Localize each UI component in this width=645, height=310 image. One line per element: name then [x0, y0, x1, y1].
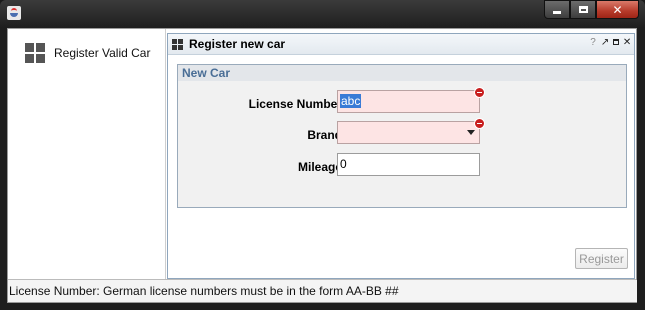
frame-title-bar[interactable]: Register new car ? ↗ ✕ [168, 34, 634, 55]
status-bar: License Number: German license numbers m… [8, 280, 637, 302]
grid-icon [25, 43, 45, 63]
frame-buttons: ? ↗ ✕ [589, 37, 631, 48]
mileage-value: 0 [340, 157, 347, 171]
license-number-field[interactable]: abc [337, 90, 480, 113]
license-number-label: License Number [248, 97, 342, 111]
app-window: ✕ Register Valid Car Register new car ? … [0, 0, 645, 310]
new-car-group: New Car License Number abc Brand Mileage… [177, 64, 627, 208]
close-icon: ✕ [612, 2, 623, 17]
frame-grid-icon [172, 38, 183, 50]
chevron-down-icon [467, 130, 475, 135]
java-app-icon [7, 6, 21, 20]
register-button[interactable]: Register [575, 248, 628, 269]
nav-item-register-valid-car[interactable]: Register Valid Car [25, 43, 150, 63]
error-icon [474, 118, 485, 129]
group-title: New Car [178, 65, 626, 81]
minimize-button[interactable] [544, 0, 570, 19]
mileage-field[interactable]: 0 [337, 153, 480, 176]
internal-frame: Register new car ? ↗ ✕ New Car License N… [167, 33, 635, 279]
error-icon [474, 87, 485, 98]
restore-icon[interactable] [613, 39, 619, 45]
nav-item-label: Register Valid Car [54, 46, 151, 60]
help-icon[interactable]: ? [589, 37, 597, 48]
close-button[interactable]: ✕ [596, 0, 639, 19]
license-number-value: abc [340, 94, 362, 108]
brand-select[interactable] [337, 121, 480, 144]
mileage-label: Mileage [297, 160, 342, 174]
frame-close-icon[interactable]: ✕ [623, 37, 631, 48]
window-controls: ✕ [544, 0, 639, 19]
pin-icon[interactable]: ↗ [601, 37, 609, 48]
minimize-icon [553, 11, 561, 14]
maximize-icon [578, 6, 588, 13]
client-area: Register Valid Car Register new car ? ↗ … [7, 28, 637, 303]
maximize-button[interactable] [570, 0, 596, 19]
vertical-divider [165, 29, 166, 279]
frame-title: Register new car [189, 37, 286, 51]
